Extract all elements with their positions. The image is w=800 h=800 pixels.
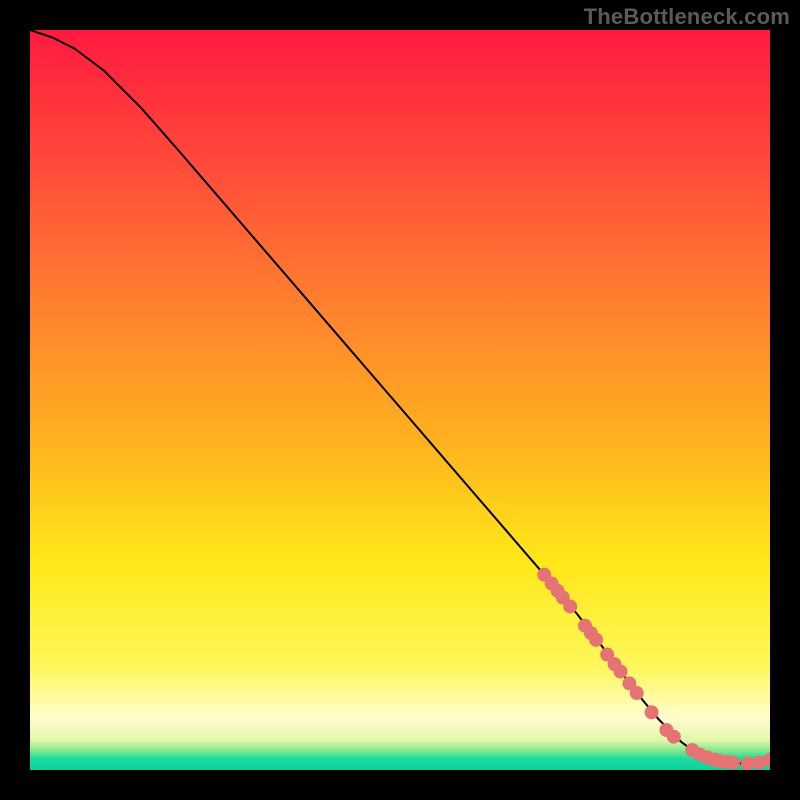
data-markers [537, 568, 770, 770]
watermark-text: TheBottleneck.com [584, 4, 790, 30]
data-point [614, 665, 628, 679]
data-point [589, 633, 603, 647]
data-point [667, 730, 681, 744]
data-point [630, 686, 644, 700]
data-point [645, 705, 659, 719]
plot-area [30, 30, 770, 770]
chart-overlay-svg [30, 30, 770, 770]
main-curve [30, 30, 770, 763]
chart-frame: TheBottleneck.com [0, 0, 800, 800]
data-point [563, 599, 577, 613]
data-point [726, 756, 740, 770]
